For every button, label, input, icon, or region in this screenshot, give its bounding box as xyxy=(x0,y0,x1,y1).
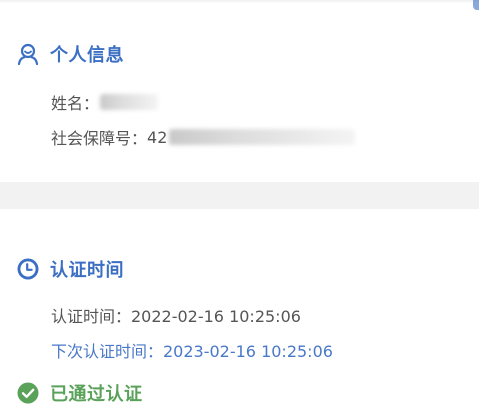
person-icon xyxy=(16,42,40,66)
corner-accent xyxy=(473,0,479,10)
auth-time-row: 认证时间：2022-02-16 10:25:06 xyxy=(51,307,301,326)
auth-time-card: 认证时间 认证时间：2022-02-16 10:25:06 下次认证时间：202… xyxy=(0,209,479,410)
auth-time-title: 认证时间 xyxy=(50,260,124,281)
ssn-row: 社会保障号： 42 xyxy=(51,125,356,149)
name-redacted xyxy=(100,94,159,110)
next-auth-time-row: 下次认证时间：2023-02-16 10:25:06 xyxy=(51,342,333,361)
top-edge xyxy=(0,0,479,3)
section-divider xyxy=(0,182,479,209)
name-label: 姓名： xyxy=(51,94,100,113)
personal-info-card: 个人信息 姓名： 社会保障号： 42 xyxy=(0,0,479,182)
name-row: 姓名： xyxy=(51,90,159,114)
certification-page: 个人信息 姓名： 社会保障号： 42 认证时间 认证时间：2022-02-16 … xyxy=(0,0,479,410)
ssn-value-prefix: 42 xyxy=(147,127,168,147)
check-circle-icon xyxy=(16,381,40,405)
clock-icon xyxy=(16,257,40,281)
ssn-redacted xyxy=(169,129,356,145)
verified-text: 已通过认证 xyxy=(50,384,143,405)
personal-info-title: 个人信息 xyxy=(50,45,124,66)
auth-time-header: 认证时间 xyxy=(16,255,124,283)
verified-status: 已通过认证 xyxy=(16,379,143,407)
personal-info-header: 个人信息 xyxy=(16,40,124,68)
ssn-label: 社会保障号： xyxy=(51,129,148,148)
